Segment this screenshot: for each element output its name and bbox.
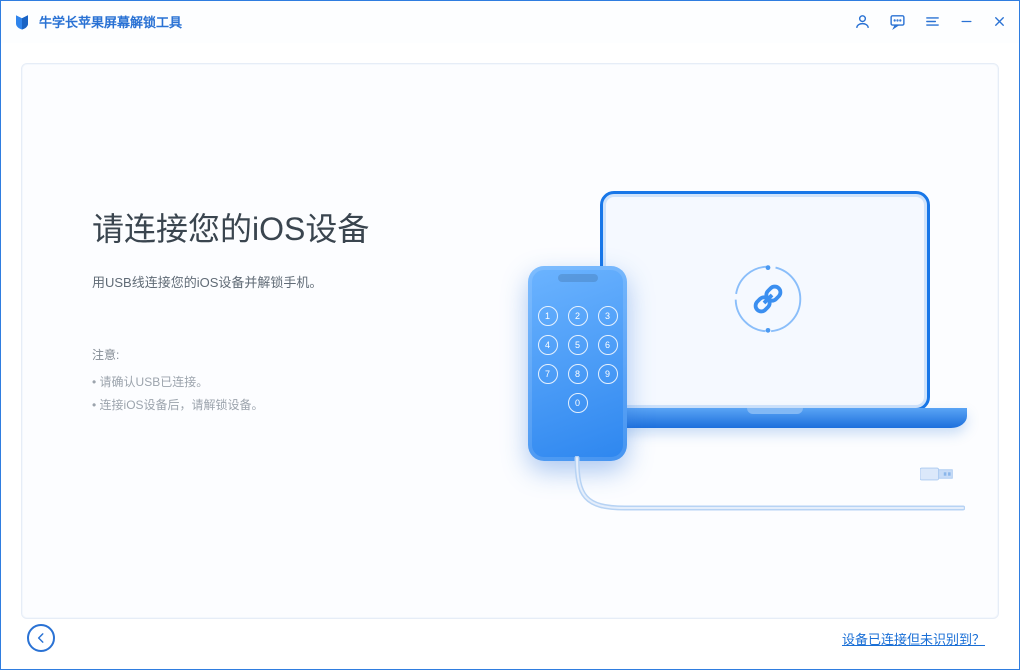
usb-cable: [565, 456, 965, 526]
laptop-notch: [747, 408, 803, 414]
note-item-2: • 连接iOS设备后，请解锁设备。: [92, 394, 482, 417]
feedback-icon[interactable]: [889, 13, 906, 30]
titlebar-left: 牛学长苹果屏幕解锁工具: [13, 12, 182, 31]
key-5: 5: [568, 335, 588, 355]
back-button[interactable]: [27, 624, 55, 652]
content-area: 请连接您的iOS设备 用USB线连接您的iOS设备并解锁手机。 注意: • 请确…: [1, 43, 1019, 669]
user-icon[interactable]: [854, 13, 871, 30]
key-7: 7: [538, 364, 558, 384]
key-2: 2: [568, 306, 588, 326]
key-4: 4: [538, 335, 558, 355]
key-6: 6: [598, 335, 618, 355]
key-1: 1: [538, 306, 558, 326]
app-window: 牛学长苹果屏幕解锁工具: [0, 0, 1020, 670]
device-not-detected-link[interactable]: 设备已连接但未识别到？: [842, 629, 985, 648]
note-1-text: 请确认USB已连接。: [100, 375, 209, 389]
menu-icon[interactable]: [924, 13, 941, 30]
main-panel: 请连接您的iOS设备 用USB线连接您的iOS设备并解锁手机。 注意: • 请确…: [21, 63, 999, 619]
close-icon[interactable]: [992, 14, 1007, 29]
app-title: 牛学长苹果屏幕解锁工具: [39, 12, 182, 31]
titlebar-right: [854, 13, 1007, 30]
usb-plug-icon: [920, 466, 954, 482]
illustration-column: 1 2 3 4 5 6 7 8 9 0: [482, 114, 968, 588]
key-9: 9: [598, 364, 618, 384]
key-3: 3: [598, 306, 618, 326]
page-subtext: 用USB线连接您的iOS设备并解锁手机。: [92, 272, 482, 291]
app-logo-icon: [13, 13, 31, 31]
phone-device: 1 2 3 4 5 6 7 8 9 0: [528, 266, 627, 461]
phone-keypad: 1 2 3 4 5 6 7 8 9 0: [528, 306, 627, 413]
note-2-text: 连接iOS设备后，请解锁设备。: [100, 398, 264, 412]
phone-notch: [558, 274, 598, 282]
footer-bar: 设备已连接但未识别到？: [21, 619, 999, 657]
connect-illustration: 1 2 3 4 5 6 7 8 9 0: [505, 161, 945, 541]
page-heading: 请连接您的iOS设备: [92, 204, 482, 250]
key-0: 0: [568, 393, 588, 413]
instruction-column: 请连接您的iOS设备 用USB线连接您的iOS设备并解锁手机。 注意: • 请确…: [92, 114, 482, 588]
note-item-1: • 请确认USB已连接。: [92, 371, 482, 394]
titlebar: 牛学长苹果屏幕解锁工具: [1, 1, 1019, 43]
key-8: 8: [568, 364, 588, 384]
link-icon: [730, 261, 806, 337]
minimize-icon[interactable]: [959, 14, 974, 29]
note-title: 注意:: [92, 346, 482, 363]
